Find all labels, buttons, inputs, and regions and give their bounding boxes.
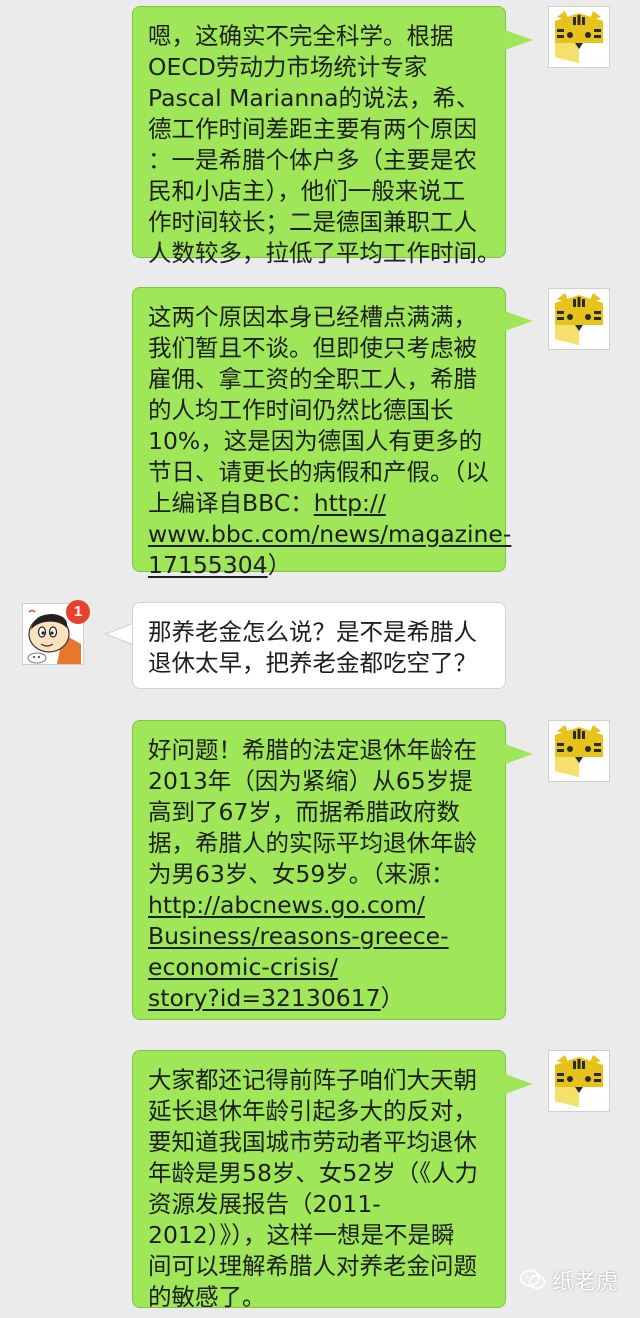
tiger-avatar-icon[interactable] (548, 1050, 610, 1112)
message-bubble-5[interactable]: 大家都还记得前阵子咱们大天朝 延长退休年龄引起多大的反对， 要知道我国城市劳动者平均… (132, 1050, 506, 1311)
message-line: 节日、请更长的病假和产假。（以 (148, 457, 491, 488)
message-line: 17155304） (148, 550, 491, 581)
message-line: Pascal Marianna的说法，希、 (148, 83, 491, 114)
message-line: 间可以理解希腊人对养老金问题 (148, 1251, 491, 1282)
message-text: 这两个原因本身已经槽点满满， (148, 303, 477, 331)
message-line: 高到了67岁，而据希腊政府数 (148, 797, 491, 828)
message-text: 10%，这是因为德国人有更多的 (148, 427, 483, 455)
bubble-tail (505, 311, 533, 331)
message-line: http://abcnews.go.com/ (148, 890, 491, 921)
message-line: 嗯，这确实不完全科学。根据 (148, 21, 491, 52)
message-text: 那养老金怎么说？是不是希腊人 (148, 618, 477, 646)
message-text: 为男63岁、女59岁。（来源： (148, 860, 455, 888)
message-line: story?id=32130617） (148, 983, 491, 1014)
message-text: 2013年（因为紧缩）从65岁提 (148, 767, 473, 795)
message-text: 嗯，这确实不完全科学。根据 (148, 22, 454, 50)
message-link[interactable]: www.bbc.com/news/magazine- (148, 520, 511, 548)
message-line: 上编译自BBC：http:// (148, 488, 491, 519)
message-bubble-3[interactable]: 那养老金怎么说？是不是希腊人 退休太早，把养老金都吃空了？ (132, 602, 506, 689)
message-line: 好问题！希腊的法定退休年龄在 (148, 735, 491, 766)
message-line: 的人均工作时间仍然比德国长 (148, 395, 491, 426)
message-text: OECD劳动力市场统计专家 (148, 53, 428, 81)
message-bubble-4[interactable]: 好问题！希腊的法定退休年龄在 2013年（因为紧缩）从65岁提 高到了67岁，而据希… (132, 720, 506, 1020)
message-text: Pascal Marianna的说法，希、 (148, 84, 480, 112)
tiger-face (549, 289, 609, 349)
watermark-text: 纸老虎 (551, 1270, 618, 1295)
message-text: 要知道我国城市劳动者平均退休 (148, 1128, 477, 1156)
tiger-face (549, 7, 609, 67)
message-link[interactable]: http:// (314, 489, 386, 517)
tiger-avatar-icon[interactable] (548, 6, 610, 68)
message-text: 好问题！希腊的法定退休年龄在 (148, 736, 477, 764)
bubble-tail (107, 624, 133, 644)
message-link[interactable]: http://abcnews.go.com/ (148, 891, 425, 919)
message-line: 德工作时间差距主要有两个原因 (148, 114, 491, 145)
message-line: 资源发展报告（2011- (148, 1189, 491, 1220)
message-text: 作时间较长；二是德国兼职工人 (148, 208, 477, 236)
message-text: 人数较多，拉低了平均工作时间。 (148, 239, 501, 267)
bubble-tail (505, 30, 533, 50)
message-line: 大家都还记得前阵子咱们大天朝 (148, 1065, 491, 1096)
message-text: 年龄是男58岁、女52岁（《人力 (148, 1159, 479, 1187)
tiger-face (549, 1051, 609, 1111)
message-text: 大家都还记得前阵子咱们大天朝 (148, 1066, 477, 1094)
message-text: 退休太早，把养老金都吃空了？ (148, 649, 477, 677)
message-line: 为男63岁、女59岁。（来源： (148, 859, 491, 890)
message-bubble-2[interactable]: 这两个原因本身已经槽点满满， 我们暂且不谈。但即使只考虑被 雇佣、拿工资的全职工人，… (132, 287, 511, 579)
message-line: Business/reasons-greece- (148, 921, 491, 952)
message-text: ） (267, 551, 292, 579)
message-line: 退休太早，把养老金都吃空了？ (148, 648, 491, 679)
message-text: 高到了67岁，而据希腊政府数 (148, 798, 460, 826)
message-line: www.bbc.com/news/magazine- (148, 519, 511, 550)
message-line: 延长退休年龄引起多大的反对， (148, 1096, 491, 1127)
bubble-tail (505, 1074, 533, 1094)
message-line: 年龄是男58岁、女52岁（《人力 (148, 1158, 491, 1189)
tiger-face (549, 721, 609, 781)
message-line: 民和小店主），他们一般来说工 (148, 176, 491, 207)
message-line: 我们暂且不谈。但即使只考虑被 (148, 333, 491, 364)
message-text: 据，希腊人的实际平均退休年龄 (148, 829, 477, 857)
message-link[interactable]: 17155304 (148, 551, 268, 579)
message-line: 雇佣、拿工资的全职工人，希腊 (148, 364, 491, 395)
message-line: 10%，这是因为德国人有更多的 (148, 426, 491, 457)
message-text: 上编译自BBC： (148, 489, 314, 517)
message-line: 这两个原因本身已经槽点满满， (148, 302, 491, 333)
message-text: ：一是希腊个体户多（主要是农 (148, 146, 477, 174)
message-link[interactable]: economic-crisis/ (148, 953, 338, 981)
message-line: OECD劳动力市场统计专家 (148, 52, 491, 83)
message-line: 作时间较长；二是德国兼职工人 (148, 207, 491, 238)
message-link[interactable]: Business/reasons-greece- (148, 922, 449, 950)
message-line: 要知道我国城市劳动者平均退休 (148, 1127, 491, 1158)
message-text: 资源发展报告（2011- (148, 1190, 381, 1218)
wechat-icon (520, 1269, 546, 1290)
message-text: 民和小店主），他们一般来说工 (148, 177, 466, 205)
message-text: 雇佣、拿工资的全职工人，希腊 (148, 365, 477, 393)
message-line: 的敏感了。 (148, 1282, 491, 1313)
message-line: 2012）》），这样一想是不是瞬 (148, 1220, 491, 1251)
message-text: 间可以理解希腊人对养老金问题 (148, 1252, 477, 1280)
message-line: 那养老金怎么说？是不是希腊人 (148, 617, 491, 648)
bubble-tail (505, 744, 533, 764)
message-bubble-1[interactable]: 嗯，这确实不完全科学。根据 OECD劳动力市场统计专家 Pascal Mariann… (132, 6, 506, 267)
message-line: 人数较多，拉低了平均工作时间。 (148, 238, 501, 269)
tiger-avatar-icon[interactable] (548, 720, 610, 782)
message-text: ） (380, 984, 405, 1012)
tiger-avatar-icon[interactable] (548, 288, 610, 350)
message-text: 延长退休年龄引起多大的反对， (148, 1097, 477, 1125)
message-text: 节日、请更长的病假和产假。（以 (148, 458, 489, 486)
message-link[interactable]: story?id=32130617 (148, 984, 381, 1012)
message-text: 的敏感了。 (148, 1283, 266, 1311)
message-line: economic-crisis/ (148, 952, 491, 983)
message-text: 德工作时间差距主要有两个原因 (148, 115, 477, 143)
message-text: 的人均工作时间仍然比德国长 (148, 396, 454, 424)
message-line: 2013年（因为紧缩）从65岁提 (148, 766, 491, 797)
message-line: ：一是希腊个体户多（主要是农 (148, 145, 491, 176)
watermark: 纸老虎 (520, 1264, 618, 1296)
message-line: 据，希腊人的实际平均退休年龄 (148, 828, 491, 859)
message-text: 2012）》），这样一想是不是瞬 (148, 1221, 455, 1249)
unread-badge: 1 (66, 600, 90, 624)
message-text: 我们暂且不谈。但即使只考虑被 (148, 334, 477, 362)
